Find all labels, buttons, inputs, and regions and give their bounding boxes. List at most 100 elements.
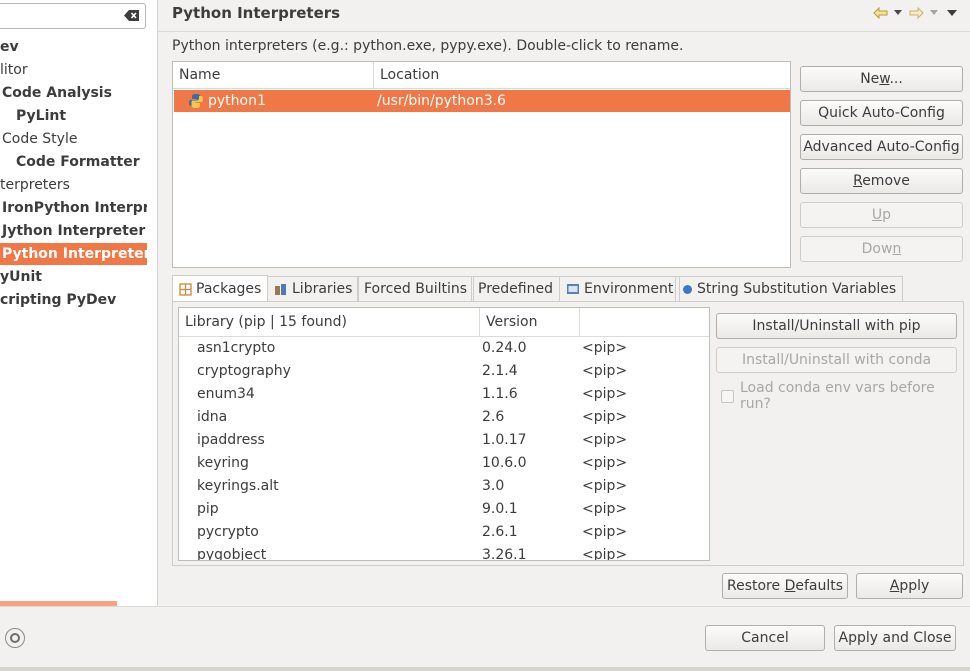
packages-icon bbox=[179, 282, 192, 296]
package-source: <pip> bbox=[582, 409, 628, 425]
apply-and-close-button[interactable]: Apply and Close bbox=[834, 625, 956, 651]
tree-item[interactable]: litor bbox=[0, 59, 147, 81]
package-source: <pip> bbox=[582, 363, 628, 379]
package-row[interactable]: pygobject 3.26.1 <pip> bbox=[179, 544, 709, 561]
package-name: pip bbox=[197, 501, 219, 517]
interpreters-table[interactable]: Name Location python1 /usr/bin/python3.6 bbox=[172, 61, 791, 268]
package-row[interactable]: keyrings.alt 3.0 <pip> bbox=[179, 475, 709, 498]
package-source: <pip> bbox=[582, 547, 628, 561]
tree-item[interactable]: PyLint bbox=[0, 105, 147, 127]
tab-libraries[interactable]: Libraries bbox=[267, 276, 360, 301]
window-bottom-edge bbox=[0, 667, 970, 671]
apply-button[interactable]: Apply bbox=[856, 573, 963, 599]
package-version: 3.26.1 bbox=[482, 547, 527, 561]
package-row[interactable]: cryptography 2.1.4 <pip> bbox=[179, 360, 709, 383]
tree-item[interactable]: Jython Interpreter bbox=[0, 220, 147, 242]
tree-item[interactable]: Python Interpreter bbox=[0, 243, 147, 265]
tab-packages-label: Packages bbox=[196, 280, 262, 297]
package-source: <pip> bbox=[582, 432, 628, 448]
tree-item[interactable]: ev bbox=[0, 36, 147, 58]
tree-item[interactable]: yUnit bbox=[0, 266, 147, 288]
remove-button[interactable]: Remove bbox=[800, 168, 963, 194]
interpreter-location: /usr/bin/python3.6 bbox=[377, 93, 506, 109]
forward-menu-chevron-icon[interactable] bbox=[926, 5, 942, 21]
header-separator bbox=[158, 31, 970, 32]
conda-env-label: Load conda env vars before run? bbox=[740, 380, 935, 412]
tab-string-substitution-label: String Substitution Variables bbox=[697, 280, 897, 297]
column-header-library[interactable]: Library (pip | 15 found) bbox=[179, 308, 480, 337]
package-name: pycrypto bbox=[197, 524, 259, 540]
package-name: asn1crypto bbox=[197, 340, 276, 356]
column-header-source[interactable] bbox=[580, 308, 709, 337]
package-source: <pip> bbox=[582, 340, 628, 356]
help-icon[interactable] bbox=[5, 628, 25, 648]
interpreter-name: python1 bbox=[208, 93, 266, 109]
package-name: keyrings.alt bbox=[197, 478, 279, 494]
interpreter-row[interactable]: python1 /usr/bin/python3.6 bbox=[174, 90, 790, 112]
advanced-auto-config-button[interactable]: Advanced Auto-Config bbox=[800, 134, 963, 160]
package-row[interactable]: pycrypto 2.6.1 <pip> bbox=[179, 521, 709, 544]
down-button[interactable]: Down bbox=[800, 236, 963, 262]
package-row[interactable]: asn1crypto 0.24.0 <pip> bbox=[179, 337, 709, 360]
tab-predefined-label: Predefined bbox=[478, 280, 553, 297]
package-row[interactable]: enum34 1.1.6 <pip> bbox=[179, 383, 709, 406]
package-row[interactable]: pip 9.0.1 <pip> bbox=[179, 498, 709, 521]
clear-filter-icon[interactable] bbox=[124, 9, 140, 22]
package-name: keyring bbox=[197, 455, 249, 471]
tab-forced-builtins-label: Forced Builtins bbox=[364, 280, 468, 297]
tree-item[interactable]: IronPython Interprete bbox=[0, 197, 147, 219]
preference-tree: ev litor Code Analysis PyLint Code Style Code… bbox=[0, 0, 158, 606]
back-menu-chevron-icon[interactable] bbox=[890, 5, 906, 21]
forward-arrow-icon[interactable] bbox=[908, 5, 924, 21]
new-interpreter-button[interactable]: New... bbox=[800, 66, 963, 92]
tab-predefined[interactable]: Predefined bbox=[471, 276, 560, 301]
footer-separator bbox=[0, 606, 970, 607]
install-pip-button[interactable]: Install/Uninstall with pip bbox=[716, 313, 957, 339]
tab-string-substitution[interactable]: String Substitution Variables bbox=[675, 276, 904, 301]
package-source: <pip> bbox=[582, 501, 628, 517]
column-header-name[interactable]: Name bbox=[173, 62, 374, 89]
tree-item[interactable]: Code Analysis bbox=[0, 82, 147, 104]
package-name: ipaddress bbox=[197, 432, 265, 448]
quick-auto-config-button[interactable]: Quick Auto-Config bbox=[800, 100, 963, 126]
tab-packages[interactable]: Packages bbox=[172, 275, 269, 302]
install-conda-button[interactable]: Install/Uninstall with conda bbox=[716, 347, 957, 373]
tree-item[interactable]: Code Style bbox=[0, 128, 147, 150]
tab-environment-label: Environment bbox=[584, 280, 674, 297]
package-version: 3.0 bbox=[482, 478, 505, 494]
view-menu-chevron-icon[interactable] bbox=[944, 5, 960, 21]
conda-env-checkbox[interactable] bbox=[721, 389, 734, 403]
history-nav bbox=[872, 5, 960, 21]
package-version: 10.6.0 bbox=[482, 455, 527, 471]
tree-item[interactable]: cripting PyDev bbox=[0, 289, 147, 311]
tree-item[interactable]: Code Formatter bbox=[0, 151, 147, 173]
up-button[interactable]: Up bbox=[800, 202, 963, 228]
package-version: 9.0.1 bbox=[482, 501, 518, 517]
tab-environment[interactable]: Environment bbox=[559, 276, 681, 301]
interpreters-description: Python interpreters (e.g.: python.exe, p… bbox=[172, 38, 684, 54]
packages-table[interactable]: Library (pip | 15 found) Version asn1cry… bbox=[178, 307, 710, 561]
page-title: Python Interpreters bbox=[172, 4, 341, 22]
tab-libraries-label: Libraries bbox=[292, 280, 353, 297]
package-version: 2.6 bbox=[482, 409, 505, 425]
package-version: 0.24.0 bbox=[482, 340, 527, 356]
tree-item[interactable]: terpreters bbox=[0, 174, 147, 196]
column-header-version[interactable]: Version bbox=[480, 308, 580, 337]
package-row[interactable]: ipaddress 1.0.17 <pip> bbox=[179, 429, 709, 452]
package-source: <pip> bbox=[582, 478, 628, 494]
restore-defaults-button[interactable]: Restore Defaults bbox=[722, 573, 848, 599]
conda-env-option[interactable]: Load conda env vars before run? bbox=[721, 380, 970, 412]
column-header-location[interactable]: Location bbox=[374, 62, 790, 89]
cancel-button[interactable]: Cancel bbox=[705, 625, 825, 651]
package-version: 1.1.6 bbox=[482, 386, 518, 402]
back-arrow-icon[interactable] bbox=[872, 5, 888, 21]
filter-input[interactable] bbox=[0, 3, 146, 29]
package-source: <pip> bbox=[582, 455, 628, 471]
package-name: idna bbox=[197, 409, 228, 425]
libraries-icon bbox=[275, 283, 286, 295]
package-row[interactable]: keyring 10.6.0 <pip> bbox=[179, 452, 709, 475]
package-row[interactable]: idna 2.6 <pip> bbox=[179, 406, 709, 429]
tab-forced-builtins[interactable]: Forced Builtins bbox=[357, 276, 475, 301]
package-name: cryptography bbox=[197, 363, 291, 379]
package-version: 1.0.17 bbox=[482, 432, 527, 448]
